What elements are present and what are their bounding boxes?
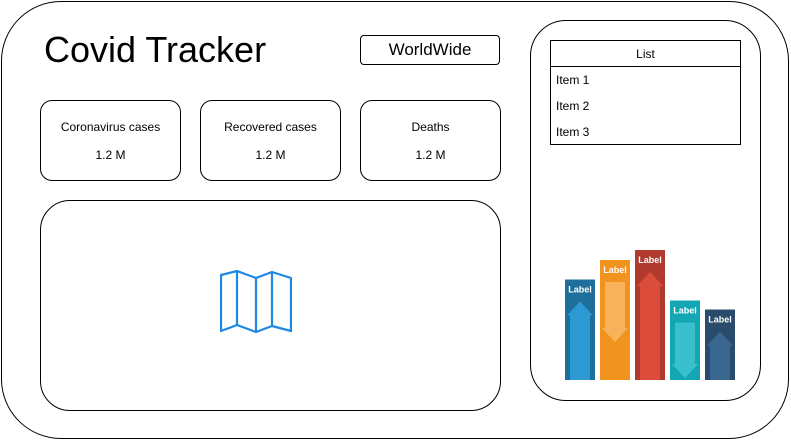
stat-card-recovered[interactable]: Recovered cases 1.2 M xyxy=(200,100,341,181)
infographic-bar: Label xyxy=(565,279,595,380)
infographic-bar: Label xyxy=(600,260,630,380)
infographic-bar: Label xyxy=(635,250,665,380)
infographic-bar-label: Label xyxy=(708,315,732,325)
stat-value: 1.2 M xyxy=(255,148,286,162)
stat-value: 1.2 M xyxy=(95,148,126,162)
infographic-bar-label: Label xyxy=(638,255,662,265)
stat-card-cases[interactable]: Coronavirus cases 1.2 M xyxy=(40,100,181,181)
map-panel[interactable] xyxy=(40,200,501,411)
stat-value: 1.2 M xyxy=(415,148,446,162)
infographic-bar-label: Label xyxy=(568,285,592,295)
arrow-up-icon xyxy=(637,272,663,380)
infographic-bar-label: Label xyxy=(673,306,697,316)
map-icon xyxy=(220,270,292,333)
infographic-bar-chart: Label Label Label Label Label xyxy=(565,250,735,380)
list-header: List xyxy=(551,41,740,67)
stat-label: Recovered cases xyxy=(224,120,317,134)
infographic-bar-label: Label xyxy=(603,265,627,275)
arrow-up-icon xyxy=(567,301,593,380)
list-item[interactable]: Item 1 xyxy=(551,67,740,93)
list-item[interactable]: Item 2 xyxy=(551,93,740,119)
region-selector-button[interactable]: WorldWide xyxy=(360,35,500,65)
list-item[interactable]: Item 3 xyxy=(551,119,740,145)
page-title: Covid Tracker xyxy=(44,29,267,70)
stat-label: Deaths xyxy=(411,120,450,134)
list-panel: List Item 1 Item 2 Item 3 xyxy=(550,40,741,145)
stat-card-deaths[interactable]: Deaths 1.2 M xyxy=(360,100,501,181)
infographic-bar: Label xyxy=(705,309,735,380)
infographic-bar: Label xyxy=(670,300,700,380)
stat-label: Coronavirus cases xyxy=(60,120,161,134)
